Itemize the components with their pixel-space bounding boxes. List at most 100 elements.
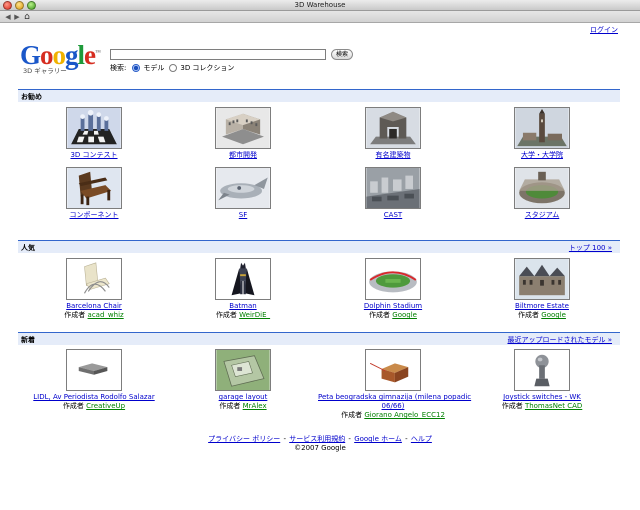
arch-icon[interactable]	[365, 107, 421, 149]
footer-links: プライバシー ポリシー - サービス利用規約 - Google ホーム - ヘル…	[0, 435, 640, 444]
featured-item-title[interactable]: 3D コンテスト	[70, 151, 117, 159]
author-row: 作成者 Google	[467, 311, 617, 320]
featured-item-city: 都市開発	[168, 107, 318, 160]
google-logo[interactable]: Google™ 3D ギャラリー	[20, 40, 102, 76]
author-prefix: 作成者	[219, 402, 241, 410]
featured-item-components: コンポーネント	[19, 167, 169, 220]
featured-item-title[interactable]: 大学・大学院	[521, 151, 563, 159]
author-link[interactable]: ThomasNet CAD	[525, 402, 582, 410]
new-item-lidl: LIDL, Av Periodista Rodolfo Salazar 作成者 …	[19, 349, 169, 411]
garage-layout-icon[interactable]	[215, 349, 271, 391]
new-item-title[interactable]: Peta beogradska gimnazija (milena popadi…	[318, 393, 471, 401]
new-item-garage: garage layout 作成者 MrAlex	[168, 349, 318, 411]
window-title: 3D Warehouse	[294, 1, 346, 9]
batman-icon[interactable]	[215, 258, 271, 300]
models-radio[interactable]	[132, 64, 141, 72]
popular-item-title[interactable]: Biltmore Estate	[515, 302, 569, 310]
trademark-symbol: ™	[95, 50, 101, 56]
featured-item-landmarks: 有名建築物	[318, 107, 468, 160]
featured-item-title[interactable]: スタジアム	[525, 211, 560, 219]
city-block-icon[interactable]	[215, 107, 271, 149]
featured-section-title: お勧め	[21, 93, 42, 101]
author-prefix: 作成者	[64, 311, 86, 319]
logo-wordmark: Google™	[20, 40, 102, 70]
author-prefix: 作成者	[215, 311, 237, 319]
logo-subtitle: 3D ギャラリー	[23, 67, 67, 75]
new-section-header: 新着 最近アップロードされたモデル »	[18, 332, 620, 345]
chess-icon[interactable]	[66, 107, 122, 149]
footer-separator: -	[281, 435, 289, 443]
featured-item-university: 大学・大学院	[467, 107, 617, 160]
popular-item-batman: Batman 作成者 WeirDiE_	[168, 258, 318, 320]
author-prefix: 作成者	[369, 311, 391, 319]
popular-item-barcelona-chair: Barcelona Chair 作成者 acad_whiz	[19, 258, 169, 320]
window-titlebar: 3D Warehouse	[0, 0, 640, 11]
home-icon[interactable]: ⌂	[22, 12, 32, 22]
featured-item-title[interactable]: CAST	[384, 211, 402, 219]
dolphin-stadium-icon[interactable]	[365, 258, 421, 300]
author-row: 作成者 Giorano Angelo_ECC12	[318, 411, 468, 420]
new-item-title-line2[interactable]: 06/66)	[382, 402, 405, 410]
logo-letter: e	[84, 40, 96, 70]
popular-item-dolphin-stadium: Dolphin Stadium 作成者 Google	[318, 258, 468, 320]
author-row: 作成者 Google	[318, 311, 468, 320]
popular-item-title[interactable]: Batman	[229, 302, 256, 310]
author-link[interactable]: WeirDiE_	[239, 311, 270, 319]
footer-separator: -	[402, 435, 410, 443]
models-option-label[interactable]: モデル	[143, 63, 164, 73]
featured-item-title[interactable]: 都市開発	[229, 151, 257, 159]
help-link[interactable]: ヘルプ	[411, 435, 432, 443]
author-row: 作成者 acad_whiz	[19, 311, 169, 320]
search-options: 検索: モデル 3D コレクション	[110, 63, 234, 73]
forward-arrow-icon[interactable]: ▶	[12, 12, 22, 22]
featured-item-title[interactable]: SF	[239, 211, 247, 219]
author-link[interactable]: Giorano Angelo_ECC12	[364, 411, 445, 419]
new-item-title[interactable]: LIDL, Av Periodista Rodolfo Salazar	[33, 393, 154, 401]
featured-item-title[interactable]: コンポーネント	[70, 211, 119, 219]
lidl-building-icon[interactable]	[66, 349, 122, 391]
author-prefix: 作成者	[341, 411, 363, 419]
search-input[interactable]	[110, 49, 326, 60]
author-link[interactable]: MrAlex	[243, 402, 267, 410]
login-link[interactable]: ログイン	[590, 25, 618, 35]
author-link[interactable]: Google	[392, 311, 417, 319]
school-building-icon[interactable]	[365, 349, 421, 391]
browser-toolbar: ◀ ▶ ⌂	[0, 11, 640, 23]
featured-item-cast: CAST	[318, 167, 468, 220]
author-row: 作成者 CreativeUp	[19, 402, 169, 411]
campus-tower-icon[interactable]	[514, 107, 570, 149]
author-link[interactable]: CreativeUp	[86, 402, 125, 410]
collections-radio[interactable]	[169, 64, 178, 72]
author-row: 作成者 MrAlex	[168, 402, 318, 411]
featured-section-header: お勧め	[18, 89, 620, 102]
new-item-title[interactable]: Joystick switches - WK	[503, 393, 581, 401]
privacy-policy-link[interactable]: プライバシー ポリシー	[208, 435, 280, 443]
new-item-title[interactable]: garage layout	[219, 393, 268, 401]
collections-option-label[interactable]: 3D コレクション	[180, 63, 234, 73]
author-link[interactable]: Google	[541, 311, 566, 319]
stadium-icon[interactable]	[514, 167, 570, 209]
popular-item-title[interactable]: Dolphin Stadium	[364, 302, 422, 310]
recent-uploads-link[interactable]: 最近アップロードされたモデル »	[507, 335, 612, 345]
barcelona-chair-icon[interactable]	[66, 258, 122, 300]
top-100-link[interactable]: トップ 100 »	[569, 243, 612, 253]
chair-icon[interactable]	[66, 167, 122, 209]
popular-item-title[interactable]: Barcelona Chair	[66, 302, 122, 310]
logo-letter: g	[65, 40, 78, 70]
author-prefix: 作成者	[62, 402, 84, 410]
joystick-icon[interactable]	[514, 349, 570, 391]
featured-item-title[interactable]: 有名建築物	[376, 151, 411, 159]
cast-city-icon[interactable]	[365, 167, 421, 209]
search-button[interactable]: 検索	[331, 49, 353, 60]
new-section-title: 新着	[21, 336, 35, 344]
author-link[interactable]: acad_whiz	[88, 311, 124, 319]
new-item-joystick: Joystick switches - WK 作成者 ThomasNet CAD	[467, 349, 617, 411]
footer-separator: -	[346, 435, 354, 443]
terms-of-service-link[interactable]: サービス利用規約	[289, 435, 345, 443]
biltmore-estate-icon[interactable]	[514, 258, 570, 300]
spaceship-icon[interactable]	[215, 167, 271, 209]
popular-section-title: 人気	[21, 244, 35, 252]
popular-item-biltmore: Biltmore Estate 作成者 Google	[467, 258, 617, 320]
google-home-link[interactable]: Google ホーム	[354, 435, 402, 443]
author-row: 作成者 ThomasNet CAD	[467, 402, 617, 411]
